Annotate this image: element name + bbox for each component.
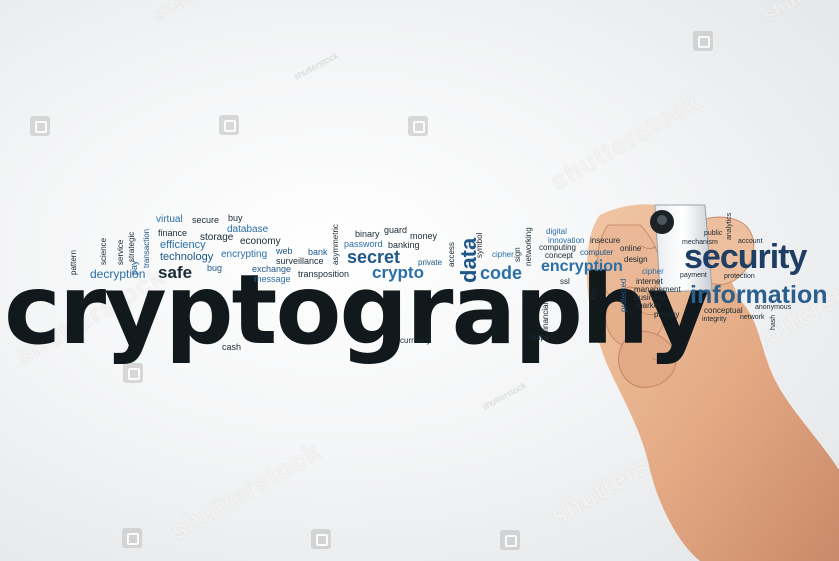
word-loupe: loupe bbox=[530, 333, 550, 342]
word-hash: hash bbox=[770, 314, 777, 330]
word-bug: bug bbox=[207, 263, 223, 273]
word-transposition: transposition bbox=[298, 269, 350, 279]
word-financial: financial bbox=[541, 302, 550, 332]
word-password: password bbox=[344, 239, 383, 249]
word-currency: currency bbox=[400, 336, 431, 345]
word-virtual: virtual bbox=[156, 214, 183, 225]
word-symbol: symbol bbox=[475, 232, 484, 258]
word-anonymous: anonymous bbox=[755, 304, 792, 311]
word-efficiency: efficiency bbox=[160, 239, 206, 251]
word-database: database bbox=[227, 224, 269, 235]
word-encryption: encryption bbox=[541, 258, 623, 275]
word-key: key bbox=[589, 287, 598, 300]
word-cipher: cipher bbox=[492, 250, 514, 259]
word-technology: technology bbox=[160, 251, 214, 263]
word-public: public bbox=[704, 230, 723, 237]
word-network: network bbox=[740, 314, 765, 321]
word-message: message bbox=[254, 274, 291, 284]
word-finance: finance bbox=[158, 228, 188, 238]
word-strategic: strategic bbox=[127, 231, 136, 262]
word-buy: buy bbox=[228, 213, 243, 223]
word-protection: protection bbox=[724, 273, 755, 280]
word-asymmetric: asymmetric bbox=[331, 224, 340, 265]
word-digital: digital bbox=[546, 227, 567, 236]
word-analytics: analytics bbox=[726, 212, 733, 240]
word-pattern: pattern bbox=[69, 250, 78, 275]
word-binary: binary bbox=[355, 229, 380, 239]
word-banking: banking bbox=[388, 240, 420, 250]
word-encrypting: encrypting bbox=[221, 249, 268, 260]
word-integrity: integrity bbox=[702, 316, 727, 323]
word-online: online bbox=[620, 244, 642, 253]
word-sign: sign bbox=[513, 247, 522, 262]
word-mechanism: mechanism bbox=[682, 239, 718, 246]
word-conceptual: conceptual bbox=[704, 306, 743, 315]
word-networking: networking bbox=[524, 227, 533, 266]
word-safe: safe bbox=[158, 263, 193, 282]
word-concept: concept bbox=[545, 251, 574, 260]
word-economy: economy bbox=[240, 236, 281, 247]
word-cipher2: cipher bbox=[642, 267, 664, 276]
word-guard: guard bbox=[384, 225, 408, 235]
word-insecure: insecure bbox=[590, 236, 621, 245]
word-service: service bbox=[116, 239, 125, 265]
word-pay: pay bbox=[129, 260, 139, 275]
word-private: private bbox=[418, 258, 443, 267]
word-code: code bbox=[480, 263, 523, 283]
word-exchange: exchange bbox=[252, 264, 292, 274]
word-secure: secure bbox=[192, 215, 220, 225]
word-market: market bbox=[636, 301, 661, 310]
word-privacy: privacy bbox=[654, 310, 680, 319]
word-payment: payment bbox=[680, 272, 707, 279]
word-science: science bbox=[99, 237, 108, 265]
word-secret: secret bbox=[347, 247, 401, 267]
word-transaction: transaction bbox=[142, 228, 151, 268]
word-cloud-photo: shutterstock shutterstock shutterstock s… bbox=[0, 0, 839, 561]
word-web: web bbox=[276, 246, 293, 256]
word-protected: protected bbox=[619, 278, 628, 312]
word-ssl: ssl bbox=[560, 277, 570, 286]
word-design: design bbox=[624, 255, 648, 264]
word-account: account bbox=[738, 238, 763, 245]
word-computer: computer bbox=[580, 248, 614, 257]
word-cash: cash bbox=[222, 342, 242, 352]
word-access: access bbox=[447, 242, 456, 267]
